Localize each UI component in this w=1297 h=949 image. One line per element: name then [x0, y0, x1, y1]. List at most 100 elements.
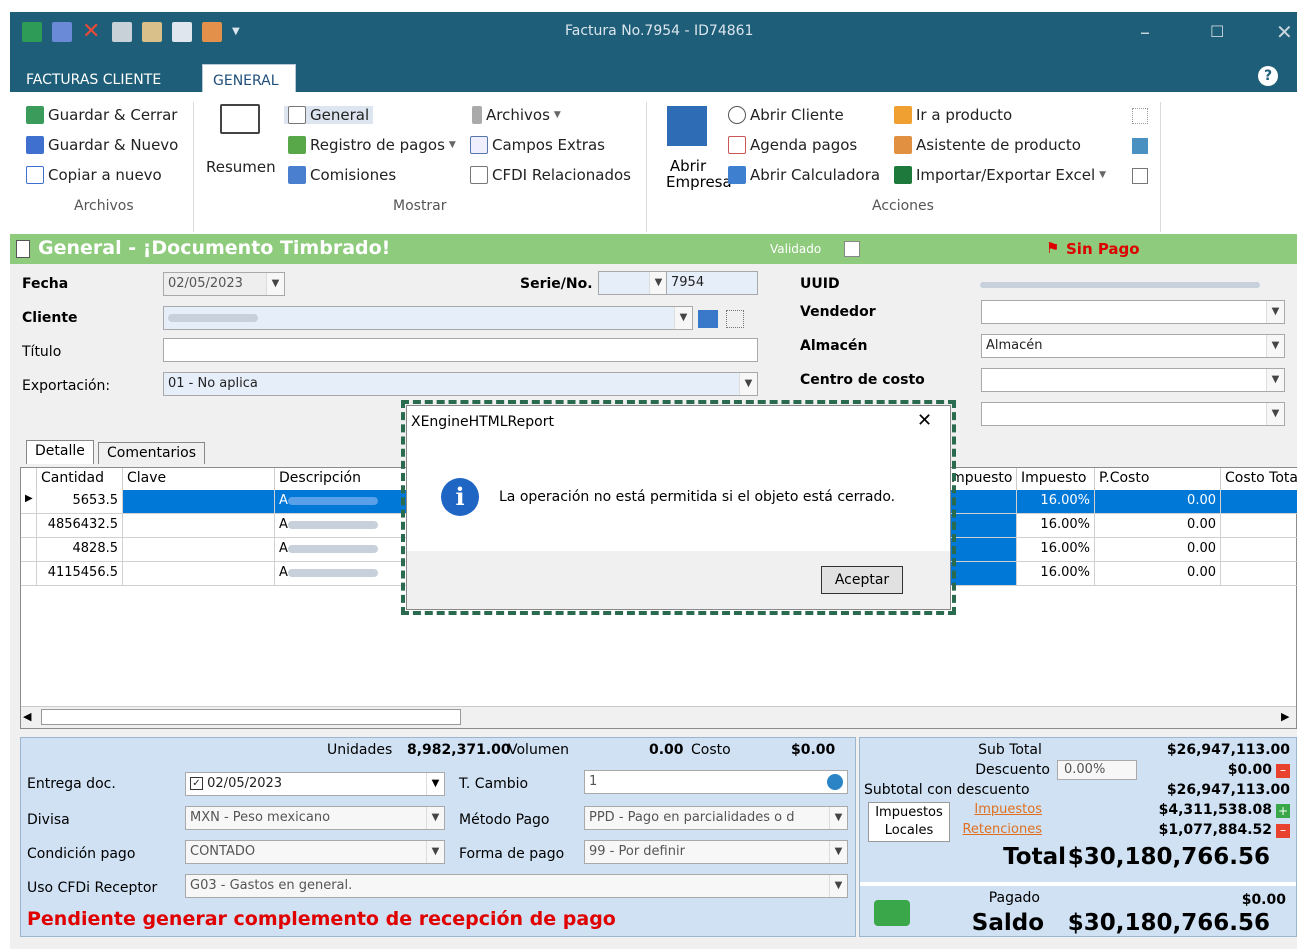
col-cantidad[interactable]: Cantidad — [37, 468, 123, 490]
cell-cantidad[interactable]: 4856432.5 — [37, 514, 123, 538]
delete-icon[interactable]: ✕ — [82, 21, 102, 43]
chevron-down-icon[interactable]: ▼ — [1266, 335, 1284, 357]
minus-icon[interactable]: – — [1276, 764, 1290, 778]
cell-clave[interactable] — [123, 538, 275, 562]
cell-pcosto[interactable]: 0.00 — [1095, 538, 1221, 562]
chevron-down-icon[interactable]: ▼ — [674, 307, 692, 329]
asistente-producto-button[interactable]: Asistente de producto — [894, 136, 1081, 154]
chevron-down-icon[interactable]: ▼ — [739, 373, 757, 395]
copy-new-button[interactable]: Copiar a nuevo — [26, 166, 162, 184]
tab-general[interactable]: GENERAL — [202, 64, 296, 92]
chevron-down-icon[interactable]: ▼ — [266, 273, 284, 295]
tcambio-field[interactable]: 1 — [584, 770, 848, 794]
plus-icon[interactable]: + — [1276, 804, 1290, 818]
impuestos-locales-button[interactable]: Impuestos Locales — [868, 802, 950, 842]
chevron-down-icon[interactable]: ▼ — [829, 807, 847, 829]
dialog-close-button[interactable]: ✕ — [917, 410, 932, 431]
cell-impuesto[interactable]: 16.00% — [1017, 562, 1095, 586]
cell-clave[interactable] — [123, 514, 275, 538]
cfdi-relacionados-button[interactable]: CFDI Relacionados — [470, 166, 631, 184]
almacen-select[interactable]: Almacén ▼ — [981, 334, 1285, 358]
scroll-right-icon[interactable]: ▶ — [1281, 710, 1289, 723]
resumen-button[interactable] — [220, 104, 260, 134]
chevron-down-icon[interactable]: ▼ — [829, 841, 847, 863]
uso-select[interactable]: G03 - Gastos en general. ▼ — [185, 874, 848, 898]
extra-select[interactable]: ▼ — [981, 402, 1285, 426]
serie-select[interactable]: ▼ — [598, 271, 668, 295]
trash-icon[interactable] — [112, 22, 132, 42]
cell-pcosto[interactable]: 0.00 — [1095, 562, 1221, 586]
tab-comentarios[interactable]: Comentarios — [98, 442, 206, 464]
close-button[interactable]: ✕ — [1276, 20, 1293, 44]
cell-impuesto[interactable]: 16.00% — [1017, 514, 1095, 538]
print-icon[interactable] — [202, 22, 222, 42]
col-impuesto[interactable]: Impuesto — [1017, 468, 1095, 490]
minus-icon[interactable]: – — [1276, 824, 1290, 838]
col-costo-total[interactable]: Costo Total — [1221, 468, 1297, 490]
report-icon[interactable] — [1132, 138, 1148, 154]
horizontal-scrollbar[interactable]: ◀ ▶ — [21, 706, 1296, 728]
save-icon[interactable] — [52, 22, 72, 42]
save-new-button[interactable]: Guardar & Nuevo — [26, 136, 178, 154]
cell-pcosto[interactable]: 0.00 — [1095, 514, 1221, 538]
chevron-down-icon[interactable]: ▼ — [1266, 403, 1284, 425]
mail-icon[interactable] — [172, 22, 192, 42]
settings-icon[interactable] — [142, 22, 162, 42]
registro-pagos-button[interactable]: Registro de pagos ▼ — [288, 136, 456, 154]
abrir-calculadora-button[interactable]: Abrir Calculadora — [728, 166, 880, 184]
metodo-select[interactable]: PPD - Pago en parcialidades o d ▼ — [584, 806, 848, 830]
exportacion-select[interactable]: 01 - No aplica ▼ — [163, 372, 758, 396]
scroll-left-icon[interactable]: ◀ — [23, 710, 31, 723]
cell-cantidad[interactable]: 5653.5 — [37, 490, 123, 514]
archivos-button[interactable]: Archivos ▼ — [472, 106, 561, 124]
chevron-down-icon[interactable]: ▼ — [649, 272, 667, 294]
cell-costo-total[interactable] — [1221, 514, 1297, 538]
scrollbar-thumb[interactable] — [41, 709, 461, 725]
importar-exportar-button[interactable]: Importar/Exportar Excel ▼ — [894, 166, 1106, 184]
titulo-field[interactable] — [163, 338, 758, 362]
abrir-cliente-button[interactable]: Abrir Cliente — [728, 106, 844, 124]
cell-impuesto[interactable]: 16.00% — [1017, 490, 1095, 514]
cell-costo-total[interactable] — [1221, 538, 1297, 562]
tab-detalle[interactable]: Detalle — [26, 440, 94, 464]
forma-select[interactable]: 99 - Por definir ▼ — [584, 840, 848, 864]
numero-field[interactable]: 7954 — [666, 271, 758, 295]
col-pcosto[interactable]: P.Costo — [1095, 468, 1221, 490]
help-icon[interactable]: ? — [1258, 66, 1278, 86]
condicion-select[interactable]: CONTADO ▼ — [185, 840, 445, 864]
chevron-down-icon[interactable]: ▼ — [829, 875, 847, 897]
refresh-icon[interactable] — [827, 774, 843, 790]
cliente-field[interactable]: ▼ — [163, 306, 693, 330]
cell-impuesto[interactable]: 16.00% — [1017, 538, 1095, 562]
chevron-down-icon[interactable]: ▼ — [426, 807, 444, 829]
vendedor-select[interactable]: ▼ — [981, 300, 1285, 324]
cell-cantidad[interactable]: 4115456.5 — [37, 562, 123, 586]
cell-cantidad[interactable]: 4828.5 — [37, 538, 123, 562]
cell-costo-total[interactable] — [1221, 562, 1297, 586]
col-clave[interactable]: Clave — [123, 468, 275, 490]
chevron-down-icon[interactable]: ▼ — [426, 773, 444, 795]
save-close-button[interactable]: Guardar & Cerrar — [26, 106, 177, 124]
entrega-date-field[interactable]: ✓ 02/05/2023 ▼ — [185, 772, 445, 796]
cell-clave[interactable] — [123, 562, 275, 586]
agenda-pagos-button[interactable]: Agenda pagos — [728, 136, 857, 154]
tab-facturas-cliente[interactable]: FACTURAS CLIENTE — [18, 64, 169, 92]
divisa-select[interactable]: MXN - Peso mexicano ▼ — [185, 806, 445, 830]
centro-costo-select[interactable]: ▼ — [981, 368, 1285, 392]
validado-checkbox[interactable] — [844, 241, 860, 257]
aceptar-button[interactable]: Aceptar — [821, 566, 903, 594]
impuestos-link[interactable]: Impuestos — [950, 802, 1042, 817]
campos-extras-button[interactable]: Campos Extras — [470, 136, 605, 154]
comisiones-button[interactable]: Comisiones — [288, 166, 396, 184]
retenciones-link[interactable]: Retenciones — [950, 822, 1042, 837]
truck-icon[interactable] — [698, 310, 718, 328]
customize-qa-icon[interactable]: ▼ — [232, 22, 252, 42]
grid-small-icon[interactable] — [1132, 108, 1148, 124]
chevron-down-icon[interactable]: ▼ — [426, 841, 444, 863]
general-view-button[interactable]: General — [284, 106, 374, 124]
maximize-button[interactable]: ☐ — [1210, 22, 1224, 41]
entrega-checkbox[interactable]: ✓ — [190, 777, 203, 790]
minimize-button[interactable]: – — [1140, 20, 1150, 44]
cell-costo-total[interactable] — [1221, 490, 1297, 514]
ir-producto-button[interactable]: Ir a producto — [894, 106, 1012, 124]
